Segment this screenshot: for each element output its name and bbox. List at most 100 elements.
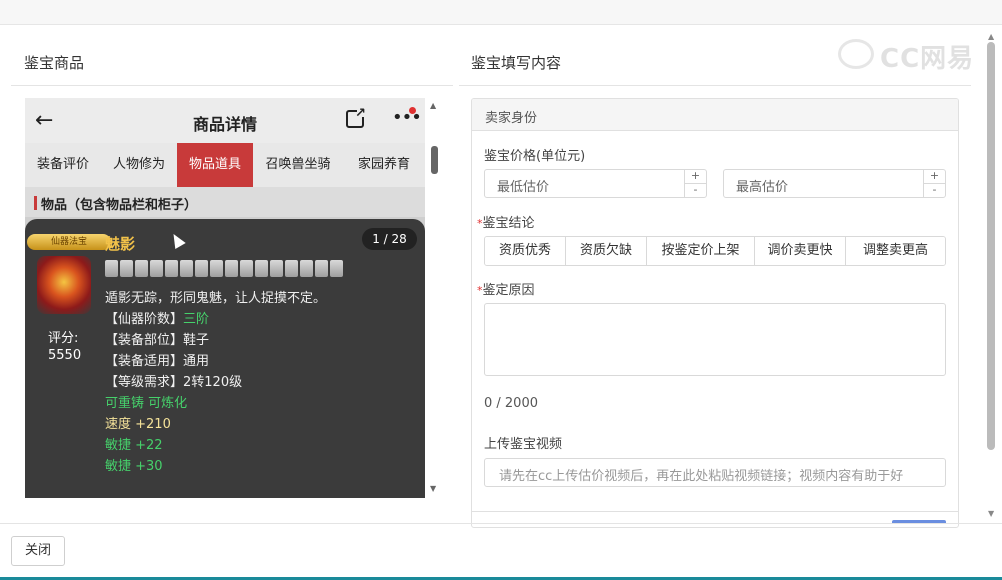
decrement-icon[interactable]: - bbox=[685, 183, 706, 196]
increment-icon[interactable]: + bbox=[685, 170, 706, 183]
price-label: 鉴宝价格(单位元) bbox=[484, 149, 586, 164]
gem-slot-icon bbox=[285, 260, 298, 277]
section-header: 物品（包含物品栏和柜子） bbox=[25, 187, 425, 217]
stat-row: 敏捷 +22 bbox=[105, 438, 163, 453]
tab-summons[interactable]: 召唤兽坐骑 bbox=[253, 143, 343, 187]
attr-key: 【仙器阶数】 bbox=[105, 312, 184, 327]
tab-items[interactable]: 物品道具 bbox=[177, 143, 253, 187]
max-price-stepper[interactable]: + - bbox=[923, 170, 945, 197]
right-divider bbox=[459, 85, 971, 86]
gem-slot-icon bbox=[180, 260, 193, 277]
form-divider bbox=[472, 511, 958, 512]
gem-slot-icon bbox=[270, 260, 283, 277]
gem-slot-icon bbox=[225, 260, 238, 277]
max-price-input[interactable]: 最高估价 + - bbox=[723, 169, 946, 198]
tab-equipment[interactable]: 装备评价 bbox=[25, 143, 101, 187]
attr-row: 【装备部位】鞋子 bbox=[105, 329, 209, 348]
top-bar bbox=[0, 0, 1002, 25]
footer-divider bbox=[0, 523, 1002, 524]
left-divider bbox=[11, 85, 453, 86]
video-link-input[interactable]: 请先在cc上传估价视频后，再在此处粘贴视频链接；视频内容有助于好 bbox=[484, 458, 946, 487]
score-value: 5550 bbox=[48, 348, 82, 363]
conclusion-option[interactable]: 调价卖更快 bbox=[755, 237, 846, 265]
preview-scrollbar[interactable] bbox=[429, 98, 443, 498]
score-label: 评分: bbox=[48, 331, 79, 346]
gem-slot-icon bbox=[135, 260, 148, 277]
more-icon[interactable]: ••• bbox=[392, 107, 422, 128]
attr-key: 【装备适用】 bbox=[105, 354, 184, 369]
attr-key: 【等级需求】 bbox=[105, 375, 184, 390]
gem-slot-icon bbox=[120, 260, 133, 277]
gem-slot-icon bbox=[195, 260, 208, 277]
attr-value: 三阶 bbox=[183, 312, 210, 327]
item-preview: ← 商品详情 ↗ ••• 装备评价 人物修为 物品道具 召唤兽坐骑 家园养育 物… bbox=[25, 98, 425, 498]
attr-row: 【仙器阶数】三阶 bbox=[105, 308, 209, 327]
attr-key: 【装备部位】 bbox=[105, 333, 184, 348]
seller-identity-label: 卖家身份 bbox=[485, 111, 538, 126]
watermark: CC网易 bbox=[880, 44, 975, 74]
item-badge: 仙器法宝 bbox=[27, 234, 111, 250]
conclusion-option[interactable]: 资质欠缺 bbox=[566, 237, 647, 265]
decrement-icon[interactable]: - bbox=[924, 183, 945, 196]
form-scrollbar-thumb[interactable] bbox=[987, 42, 995, 450]
phone-header: ← 商品详情 ↗ ••• bbox=[25, 98, 425, 143]
video-label: 上传鉴宝视频 bbox=[484, 437, 563, 452]
scroll-up-icon[interactable]: ▲ bbox=[430, 101, 436, 110]
gem-slot-icon bbox=[210, 260, 223, 277]
form-section-head: 卖家身份 bbox=[472, 99, 958, 131]
gem-slot-icon bbox=[330, 260, 343, 277]
section-label: 物品（包含物品栏和柜子） bbox=[41, 198, 198, 213]
item-image-icon bbox=[37, 256, 91, 314]
notification-dot bbox=[409, 107, 416, 114]
left-panel-title: 鉴宝商品 bbox=[24, 54, 85, 72]
gem-slot-icon bbox=[300, 260, 313, 277]
attr-value: 通用 bbox=[183, 354, 210, 369]
attr-row: 【等级需求】2转120级 bbox=[105, 371, 242, 390]
share-arrow-icon: ↗ bbox=[355, 106, 366, 121]
min-price-input[interactable]: 最低估价 + - bbox=[484, 169, 707, 198]
phone-tabs: 装备评价 人物修为 物品道具 召唤兽坐骑 家园养育 bbox=[25, 143, 425, 187]
stat-row: 敏捷 +30 bbox=[105, 459, 163, 474]
scroll-up-icon[interactable]: ▲ bbox=[988, 32, 994, 41]
form-scrollbar[interactable] bbox=[985, 30, 999, 520]
attr-value: 鞋子 bbox=[183, 333, 210, 348]
min-price-stepper[interactable]: + - bbox=[684, 170, 706, 197]
max-price-placeholder: 最高估价 bbox=[736, 180, 789, 195]
conclusion-option[interactable]: 调整卖更高 bbox=[846, 237, 945, 265]
gem-slot-icon bbox=[240, 260, 253, 277]
reason-textarea[interactable] bbox=[484, 303, 946, 376]
section-bar bbox=[34, 196, 37, 210]
scroll-down-icon[interactable]: ▼ bbox=[988, 509, 994, 518]
reason-label-text: 鉴定原因 bbox=[482, 283, 535, 298]
watermark-logo-icon bbox=[838, 39, 874, 69]
conclusion-option[interactable]: 按鉴定价上架 bbox=[647, 237, 755, 265]
gem-slot-icon bbox=[105, 260, 118, 277]
conclusion-label: *鉴宝结论 bbox=[477, 212, 535, 231]
video-link-placeholder: 请先在cc上传估价视频后，再在此处粘贴视频链接；视频内容有助于好 bbox=[499, 469, 904, 484]
stat-row: 速度 +210 bbox=[105, 417, 171, 432]
attr-row: 【装备适用】通用 bbox=[105, 350, 209, 369]
gem-slots bbox=[105, 260, 343, 277]
tab-character[interactable]: 人物修为 bbox=[101, 143, 177, 187]
gem-slot-icon bbox=[165, 260, 178, 277]
scroll-down-icon[interactable]: ▼ bbox=[430, 484, 436, 493]
item-description: 遁影无踪，形同鬼魅，让人捉摸不定。 bbox=[105, 291, 327, 306]
item-counter: 1 / 28 bbox=[362, 228, 417, 250]
min-price-placeholder: 最低估价 bbox=[497, 180, 550, 195]
item-name: 魅影 bbox=[105, 235, 136, 253]
gem-slot-icon bbox=[255, 260, 268, 277]
conclusion-options: 资质优秀 资质欠缺 按鉴定价上架 调价卖更快 调整卖更高 bbox=[484, 236, 946, 266]
close-button[interactable]: 关闭 bbox=[11, 536, 65, 566]
reason-char-count: 0 / 2000 bbox=[484, 396, 538, 411]
increment-icon[interactable]: + bbox=[924, 170, 945, 183]
conclusion-label-text: 鉴宝结论 bbox=[482, 216, 535, 231]
gem-slot-icon bbox=[150, 260, 163, 277]
right-panel-title: 鉴宝填写内容 bbox=[471, 54, 562, 72]
conclusion-option[interactable]: 资质优秀 bbox=[485, 237, 566, 265]
preview-scrollbar-thumb[interactable] bbox=[431, 146, 438, 174]
recast-text: 可重铸 可炼化 bbox=[105, 396, 188, 411]
tab-home[interactable]: 家园养育 bbox=[343, 143, 425, 187]
reason-label: *鉴定原因 bbox=[477, 279, 535, 298]
attr-value: 2转120级 bbox=[183, 375, 243, 390]
gem-slot-icon bbox=[315, 260, 328, 277]
